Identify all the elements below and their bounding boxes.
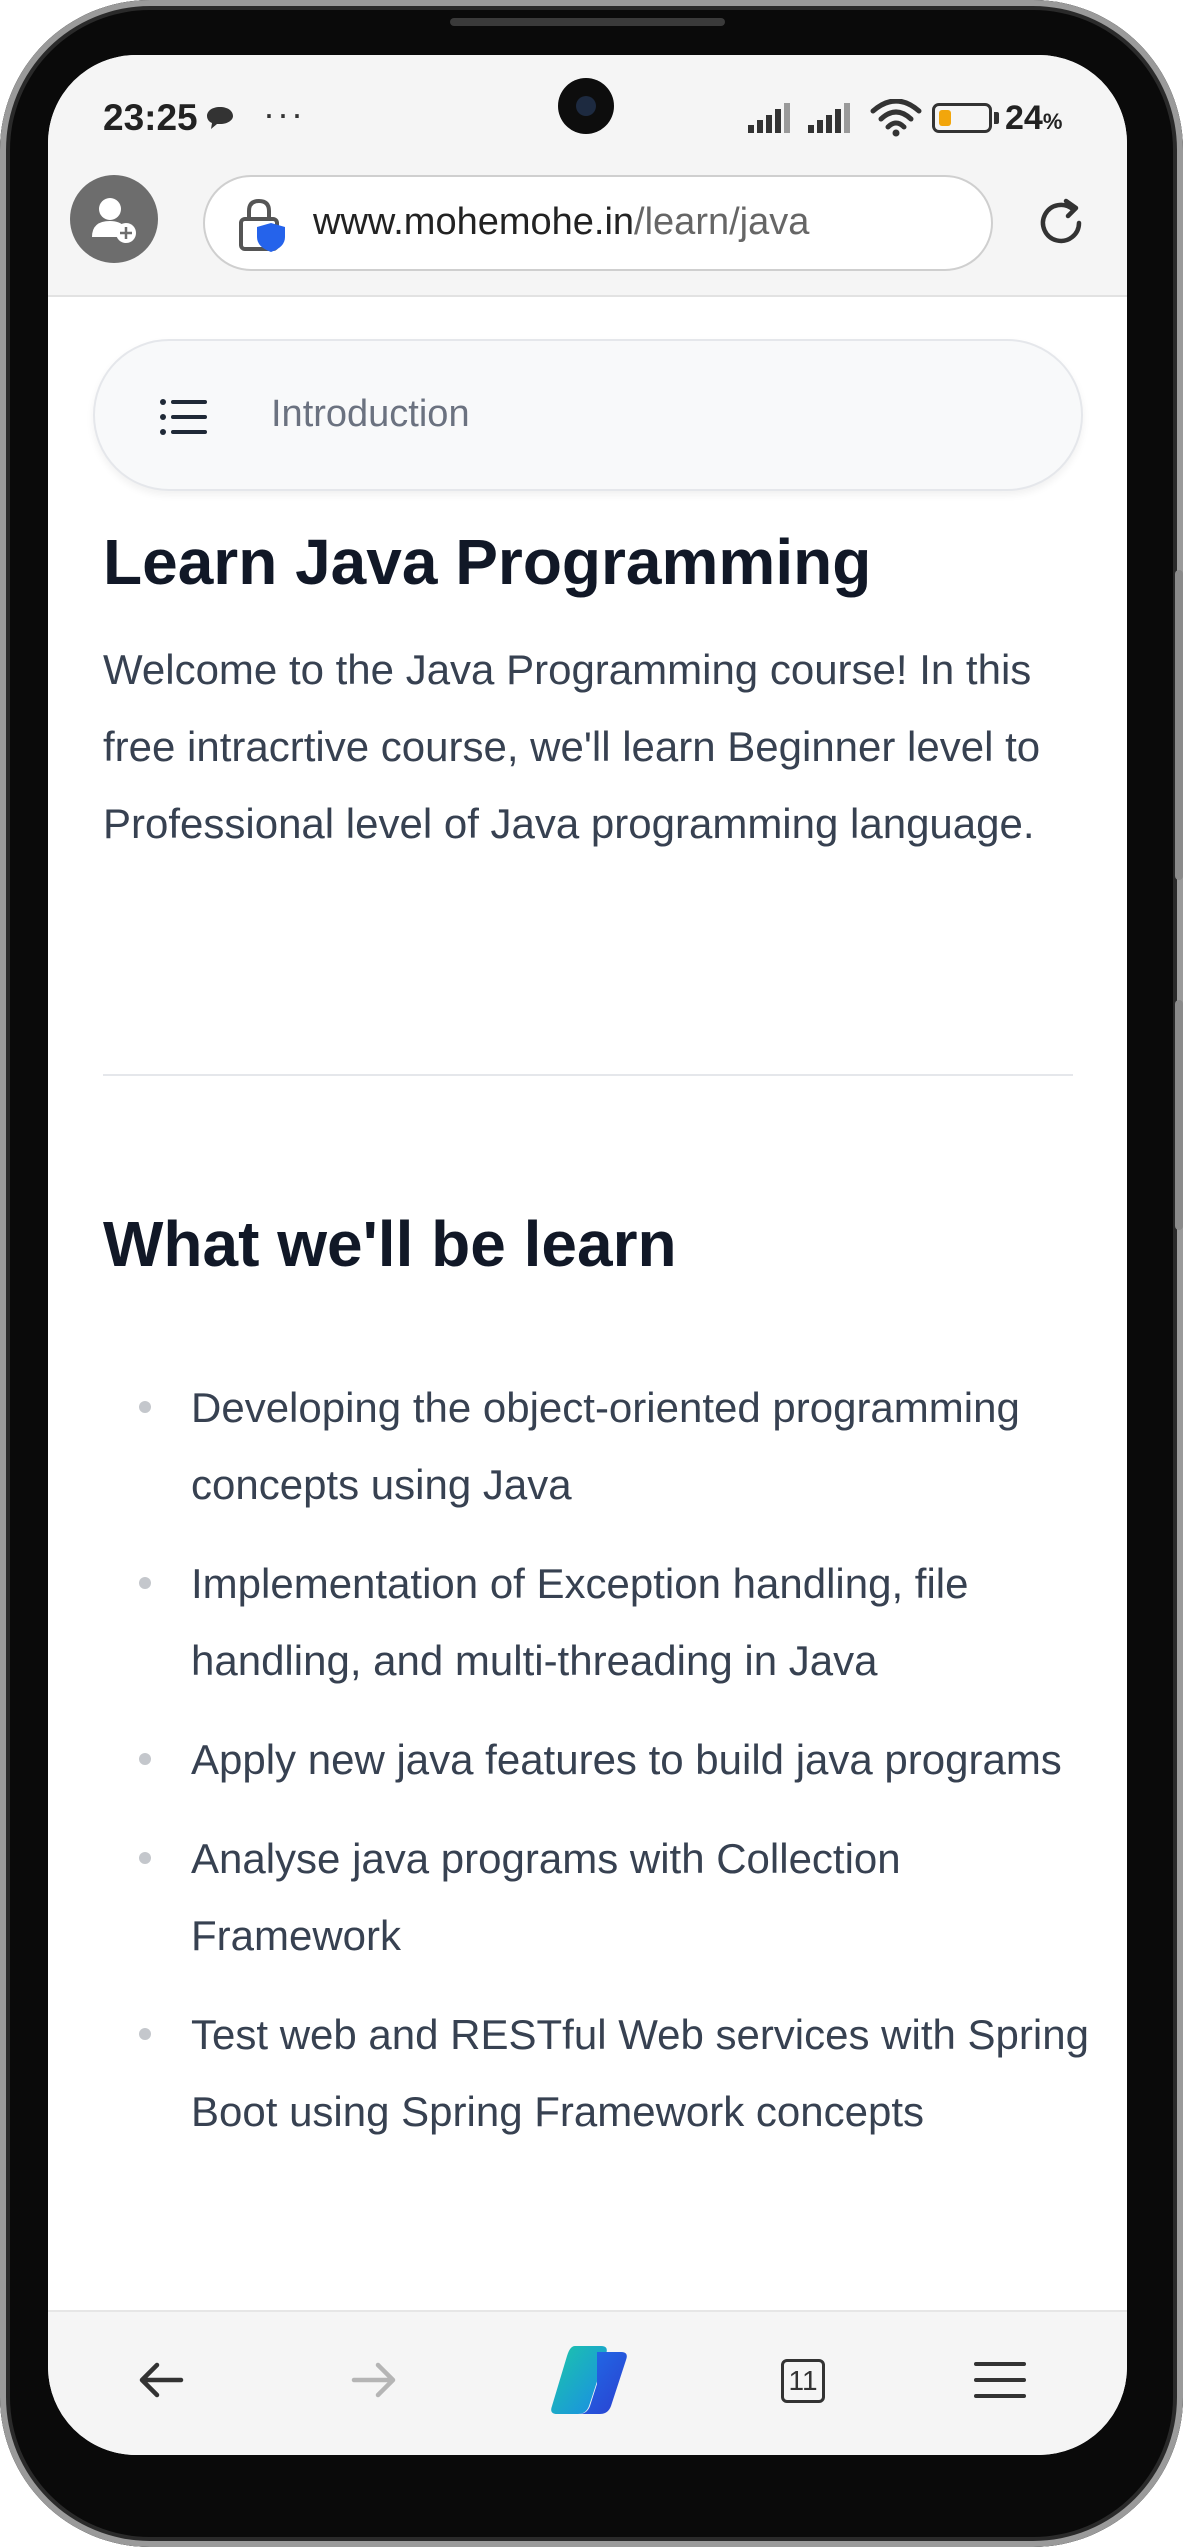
battery-percent: 24% (1005, 99, 1063, 137)
bullet-dot (139, 1852, 151, 1864)
list-item: Test web and RESTful Web services with S… (103, 1996, 1103, 2150)
wifi-icon (870, 99, 922, 137)
tab-switcher-button[interactable]: 11 (781, 2359, 825, 2403)
more-notifications-indicator: ··· (263, 93, 305, 134)
url-text: www.mohemohe.in/learn/java (313, 201, 810, 243)
hamburger-menu-icon[interactable] (970, 2352, 1030, 2408)
status-bar: 23:25 ··· 24% (48, 55, 1127, 175)
current-section-label: Introduction (271, 393, 470, 435)
browser-toolbar: www.mohemohe.in/learn/java (48, 175, 1127, 297)
earpiece-speaker (450, 18, 725, 26)
secure-lock-shield-icon[interactable] (235, 197, 291, 253)
volume-button (1175, 570, 1183, 880)
learning-outcomes-list: Developing the object-oriented programmi… (103, 1369, 1103, 2172)
address-bar[interactable]: www.mohemohe.in/learn/java (203, 175, 993, 271)
signal-icon (748, 103, 790, 133)
status-time: 23:25 (103, 97, 198, 138)
message-notification-icon (207, 107, 233, 129)
power-button (1175, 1000, 1183, 1230)
bullet-dot (139, 1401, 151, 1413)
page-title: Learn Java Programming (103, 526, 872, 598)
section-nav-toggle[interactable]: Introduction (93, 339, 1083, 491)
battery-tip (994, 112, 999, 124)
bullet-dot (139, 1753, 151, 1765)
copilot-icon[interactable] (545, 2340, 633, 2420)
section-heading: What we'll be learn (103, 1208, 677, 1280)
forward-arrow-icon[interactable] (346, 2352, 402, 2408)
divider (103, 1074, 1073, 1076)
signal-icon-2 (808, 103, 850, 133)
list-item: Analyse java programs with Collection Fr… (103, 1820, 1103, 1974)
battery-icon (932, 103, 992, 133)
list-item: Developing the object-oriented programmi… (103, 1369, 1103, 1523)
web-page-content: Introduction Learn Java Programming Welc… (48, 297, 1127, 2275)
intro-paragraph: Welcome to the Java Programming course! … (103, 646, 1041, 847)
profile-button[interactable] (70, 175, 158, 263)
browser-bottom-bar: 11 (48, 2310, 1127, 2455)
battery-level (939, 110, 951, 126)
list-item: Implementation of Exception handling, fi… (103, 1545, 1103, 1699)
profile-add-icon (92, 198, 136, 243)
reload-icon[interactable] (1033, 195, 1089, 251)
list-item: Apply new java features to build java pr… (103, 1721, 1103, 1798)
bullet-dot (139, 1577, 151, 1589)
back-arrow-icon[interactable] (133, 2352, 189, 2408)
bullet-dot (139, 2028, 151, 2040)
front-camera (558, 78, 614, 134)
screen: 23:25 ··· 24% www.mohemohe.in/learn/java… (48, 55, 1127, 2455)
list-menu-icon (160, 399, 207, 435)
